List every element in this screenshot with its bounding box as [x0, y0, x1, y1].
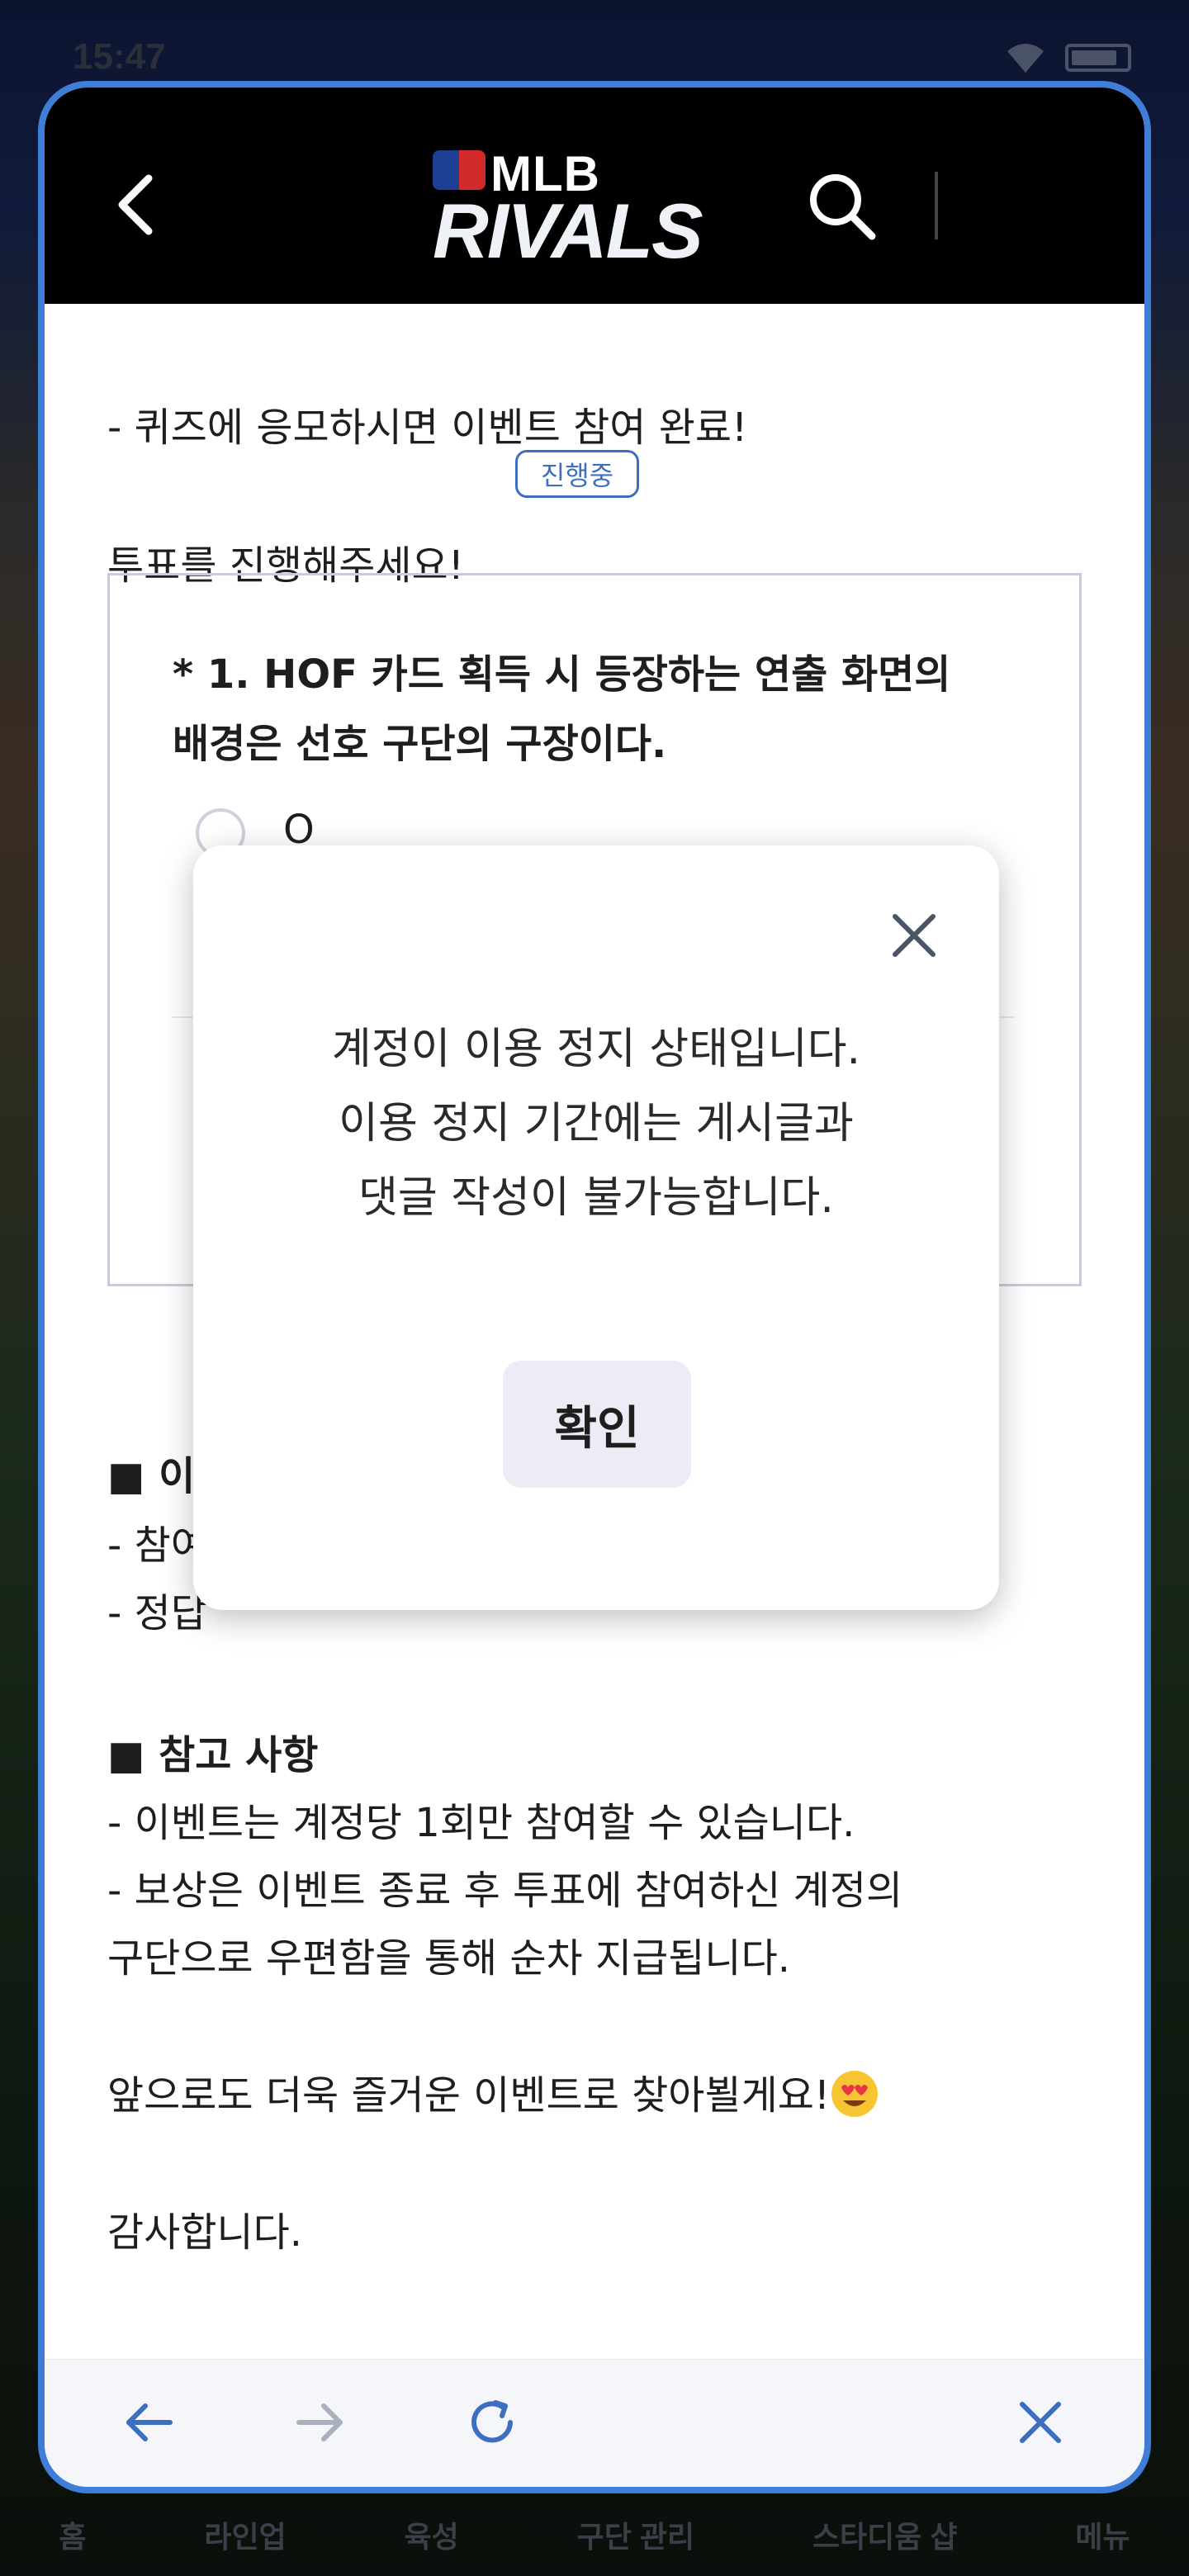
- background-bottom-nav: 홈 라인업 육성 구단 관리 스타디움 샵 메뉴: [0, 2493, 1189, 2576]
- bg-nav-home: 홈: [59, 2520, 87, 2554]
- battery-icon: [1065, 44, 1131, 72]
- notes-line: - 보상은 이벤트 종료 후 투표에 참여하신 계정의: [107, 1868, 903, 1914]
- mlb-logo-mark: [433, 150, 486, 190]
- status-icons: [1004, 41, 1131, 74]
- mlb-rivals-logo: MLB RIVALS: [433, 145, 763, 274]
- arrow-left-icon[interactable]: [119, 2393, 178, 2452]
- refresh-icon[interactable]: [462, 2393, 522, 2452]
- close-icon[interactable]: [885, 907, 943, 964]
- browser-toolbar: [45, 2359, 1144, 2487]
- notes-line: 구단으로 우편함을 통해 순차 지급됩니다.: [107, 1935, 791, 1982]
- bg-nav-training: 육성: [404, 2520, 459, 2554]
- hidden-section-title: ■ 이: [107, 1453, 196, 1499]
- webview-frame: MLB RIVALS - 퀴즈에 응모하시면 이벤트 참여 완료! 투표를 진행…: [38, 81, 1151, 2493]
- suspension-dialog: 계정이 이용 정지 상태입니다. 이용 정지 기간에는 게시글과 댓글 작성이 …: [193, 845, 999, 1610]
- wifi-icon: [1007, 44, 1044, 73]
- hidden-line: - 정답: [107, 1590, 207, 1636]
- heart-eyes-emoji-icon: [831, 2071, 879, 2117]
- dialog-message: 계정이 이용 정지 상태입니다. 이용 정지 기간에는 게시글과 댓글 작성이 …: [193, 1012, 999, 1235]
- chevron-left-icon[interactable]: [112, 172, 162, 238]
- bg-nav-club: 구단 관리: [576, 2520, 695, 2554]
- dialog-message-line-1: 계정이 이용 정지 상태입니다.: [331, 1025, 861, 1074]
- quiz-question: * 1. HOF 카드 획득 시 등장하는 연출 화면의 배경은 선호 구단의 …: [173, 640, 950, 779]
- hidden-line: - 참여: [107, 1522, 207, 1569]
- notes-line: - 이벤트는 계정당 1회만 참여할 수 있습니다.: [107, 1800, 855, 1846]
- closing-text: 앞으로도 더욱 즐거운 이벤트로 찾아뵐게요!: [107, 2072, 831, 2119]
- status-badge: 진행중: [515, 450, 639, 498]
- status-bar: 15:47: [0, 0, 1189, 83]
- arrow-right-icon[interactable]: [291, 2393, 350, 2452]
- thanks-line: 감사합니다.: [107, 2209, 303, 2256]
- confirm-button[interactable]: 확인: [503, 1361, 691, 1488]
- question-line-1: * 1. HOF 카드 획득 시 등장하는 연출 화면의: [173, 651, 951, 698]
- dialog-message-line-2: 이용 정지 기간에는 게시글과: [339, 1099, 854, 1148]
- header-divider: [935, 172, 938, 239]
- bg-nav-lineup: 라인업: [204, 2520, 287, 2554]
- bg-nav-shop: 스타디움 샵: [812, 2520, 958, 2554]
- notes-title: ■ 참고 사항: [107, 1732, 319, 1778]
- info-line: - 퀴즈에 응모하시면 이벤트 참여 완료!: [107, 405, 748, 451]
- app-header: MLB RIVALS: [45, 88, 1144, 304]
- closing-line: 앞으로도 더욱 즐거운 이벤트로 찾아뵐게요!: [107, 2062, 879, 2120]
- logo-rivals-text: RIVALS: [433, 187, 703, 274]
- search-icon[interactable]: [804, 168, 879, 243]
- bg-nav-menu: 메뉴: [1075, 2520, 1130, 2554]
- dialog-message-line-3: 댓글 작성이 불가능합니다.: [358, 1173, 834, 1223]
- status-time: 15:47: [73, 36, 166, 77]
- close-icon[interactable]: [1011, 2393, 1070, 2452]
- question-line-2: 배경은 선호 구단의 구장이다.: [173, 721, 667, 767]
